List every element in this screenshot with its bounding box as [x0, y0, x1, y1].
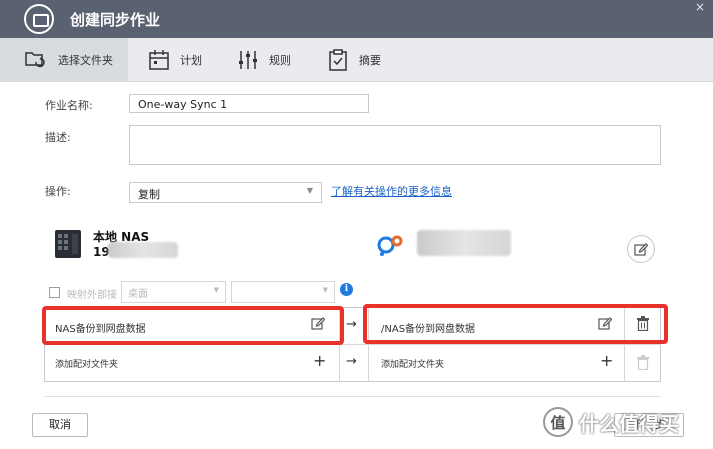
wizard-steps: 选择文件夹 计划 规则 摘要	[0, 38, 713, 82]
job-name-input[interactable]: One-way Sync 1	[129, 94, 369, 113]
close-icon[interactable]: ×	[695, 1, 705, 13]
edit-icon	[634, 243, 648, 256]
operation-select[interactable]: 复制 ▼	[129, 182, 322, 203]
footer-divider	[44, 396, 661, 397]
nas-device-icon	[55, 230, 81, 258]
step-label: 摘要	[359, 54, 381, 67]
chevron-down-icon: ▼	[306, 186, 313, 195]
step-summary[interactable]: 摘要	[327, 38, 381, 82]
arrow-right-icon: →	[346, 317, 357, 332]
highlight-source	[42, 306, 344, 345]
folder-sync-icon	[25, 52, 45, 68]
info-icon[interactable]: i	[340, 283, 353, 296]
title-bar: 创建同步作业 ×	[0, 0, 713, 38]
step-schedule[interactable]: 计划	[148, 38, 202, 82]
add-icon[interactable]: +	[600, 351, 613, 370]
add-icon[interactable]: +	[313, 351, 326, 370]
arrow-right-icon: →	[346, 354, 357, 369]
job-name-label: 作业名称:	[45, 99, 93, 112]
edit-remote-button[interactable]	[627, 235, 655, 263]
operation-help-link[interactable]: 了解有关操作的更多信息	[331, 183, 452, 199]
step-label: 选择文件夹	[58, 54, 113, 67]
chevron-down-icon: ▼	[213, 286, 219, 294]
clipboard-icon	[329, 49, 347, 71]
map-select-1-value: 桌面	[128, 289, 148, 300]
trash-icon	[637, 355, 649, 370]
step-label: 规则	[269, 54, 291, 67]
watermark-badge: 值	[543, 407, 573, 437]
map-external-checkbox[interactable]	[49, 287, 60, 298]
step-label: 计划	[180, 54, 202, 67]
hybrid-backup-sync-icon	[24, 4, 54, 34]
cancel-button[interactable]: 取消	[32, 413, 88, 437]
map-external-label: 映射外部接	[67, 290, 117, 301]
redacted-ip	[108, 242, 178, 258]
window-title: 创建同步作业	[70, 11, 161, 29]
step-rules[interactable]: 规则	[237, 38, 291, 82]
redacted-remote-name	[417, 230, 511, 256]
map-select-1[interactable]: 桌面 ▼	[121, 281, 226, 303]
chevron-down-icon: ▼	[322, 286, 328, 294]
map-select-2[interactable]: ▼	[231, 281, 335, 303]
highlight-target	[363, 304, 668, 344]
add-target-placeholder[interactable]: 添加配对文件夹	[381, 357, 444, 370]
step-select-folder[interactable]: 选择文件夹	[0, 38, 128, 82]
operation-value: 复制	[138, 188, 160, 201]
calendar-icon	[149, 50, 169, 70]
description-label: 描述:	[45, 131, 71, 144]
cloud-drive-icon	[377, 235, 403, 256]
add-source-placeholder[interactable]: 添加配对文件夹	[55, 357, 118, 370]
description-input[interactable]	[129, 125, 661, 165]
watermark-logo: 值 什么值得买	[543, 404, 679, 440]
watermark-text: 什么值得买	[579, 411, 679, 436]
sliders-icon	[239, 51, 257, 69]
operation-label: 操作:	[45, 185, 71, 198]
